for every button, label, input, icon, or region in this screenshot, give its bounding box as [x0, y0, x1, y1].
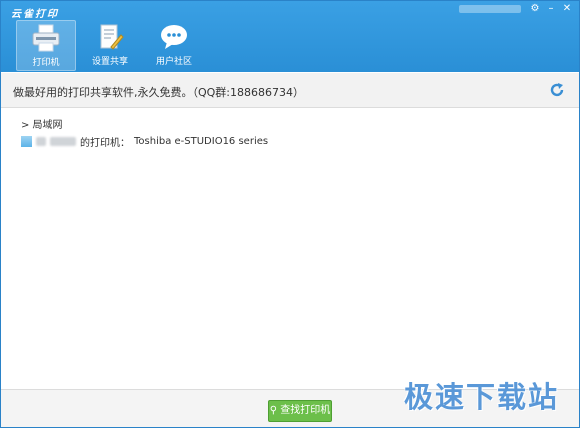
close-button[interactable]: ✕ [561, 3, 573, 14]
app-title: 云雀打印 [11, 9, 59, 20]
window-controls: ⚙ – ✕ [459, 3, 573, 14]
tab-user-community[interactable]: 用户社区 [145, 20, 203, 69]
minimize-button[interactable]: – [545, 3, 557, 14]
find-printer-button[interactable]: ⚲ 查找打印机 [268, 400, 332, 422]
redacted-name [50, 137, 76, 146]
document-share-icon [95, 23, 125, 51]
printer-model: Toshiba e-STUDIO16 series [134, 136, 269, 147]
search-icon: ⚲ [269, 405, 278, 416]
find-printer-label: 查找打印机 [280, 405, 331, 416]
group-lan[interactable]: > 局域网 [21, 116, 63, 131]
tab-printers[interactable]: 打印机 [16, 20, 76, 71]
tab-printers-label: 打印机 [32, 58, 60, 68]
slogan-text: 做最好用的打印共享软件,永久免费。（QQ群:188686734） [13, 86, 305, 99]
printer-owner-suffix: 的打印机： [80, 138, 130, 149]
header-bar: 云雀打印 ⚙ – ✕ 打印机 设置共享 用户社区 [1, 1, 579, 72]
user-account-area[interactable] [459, 4, 521, 13]
slogan-bar: 做最好用的打印共享软件,永久免费。（QQ群:188686734） [1, 73, 579, 108]
watermark-logo: 极速下载站 [403, 380, 559, 414]
settings-icon[interactable]: ⚙ [529, 3, 541, 14]
tab-share-settings-label: 设置共享 [91, 57, 128, 67]
tab-user-community-label: 用户社区 [155, 57, 192, 67]
chat-bubble-icon [159, 23, 189, 51]
printer-icon [31, 24, 61, 52]
computer-icon [21, 136, 32, 147]
redacted-name [36, 137, 46, 146]
printer-item[interactable]: 的打印机： Toshiba e-STUDIO16 series [21, 134, 268, 149]
refresh-icon[interactable] [549, 82, 565, 98]
tab-share-settings[interactable]: 设置共享 [81, 20, 139, 69]
app-window: 云雀打印 ⚙ – ✕ 打印机 设置共享 用户社区 做最好用的打印共享软件,永久免… [0, 0, 580, 428]
printer-list: > 局域网 的打印机： Toshiba e-STUDIO16 series [1, 108, 579, 388]
